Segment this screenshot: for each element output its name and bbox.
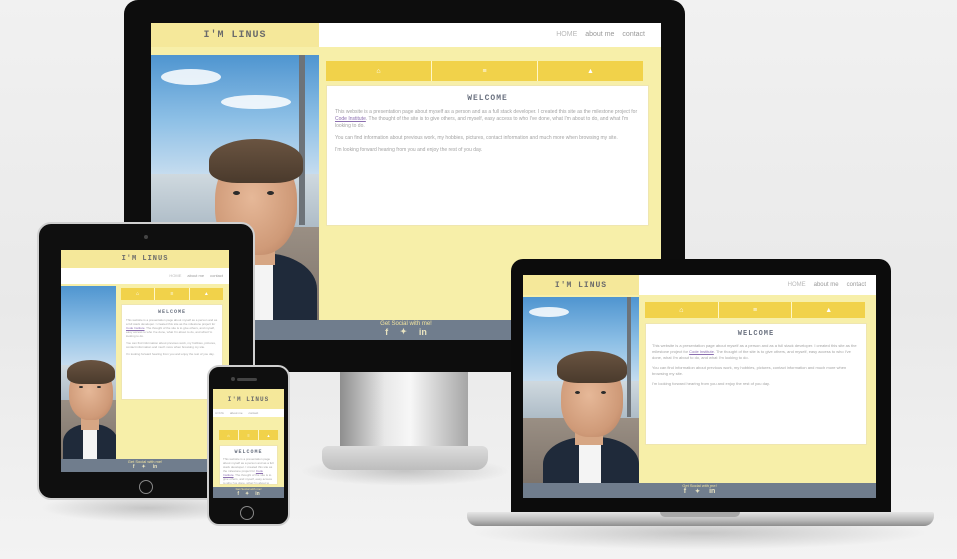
tablet-camera (144, 235, 148, 239)
nav-contact[interactable]: contact (847, 282, 866, 288)
site-nav: HOME about me contact (556, 31, 645, 38)
site-footer: Get Social with me! f ✦ in (213, 487, 284, 498)
code-institute-link[interactable]: Code Institute (689, 349, 714, 354)
facebook-icon[interactable]: f (237, 491, 239, 497)
nav-about-me[interactable]: about me (187, 273, 204, 278)
welcome-title: WELCOME (737, 330, 775, 338)
nav-home[interactable]: HOME (556, 31, 577, 38)
phone-speaker (237, 378, 257, 381)
welcome-card: WELCOME This website is a presentation p… (645, 323, 867, 445)
twitter-icon[interactable]: ✦ (245, 491, 249, 497)
nav-about-me[interactable]: about me (230, 411, 243, 415)
phone-home-button[interactable] (240, 506, 254, 520)
linkedin-icon[interactable]: in (419, 327, 427, 337)
welcome-paragraph-3: I'm looking forward hearing from you and… (126, 352, 215, 356)
site-nav: HOME about me contact (215, 411, 258, 415)
nav-home[interactable]: HOME (788, 282, 806, 288)
nav-contact[interactable]: contact (210, 273, 223, 278)
site-logo[interactable]: I'M LINUS (151, 23, 319, 47)
welcome-paragraph-2: You can find information about previous … (126, 341, 216, 349)
icon-bar: ⌂ ≡ ▲ (645, 302, 866, 318)
home-icon[interactable]: ⌂ (326, 61, 432, 81)
bars-icon[interactable]: ≡ (155, 288, 190, 300)
nav-home[interactable]: HOME (169, 273, 181, 278)
welcome-paragraph-1: This website is a presentation page abou… (335, 109, 638, 129)
site-header: I'M LINUS HOME about me contact (523, 275, 876, 295)
home-icon[interactable]: ⌂ (645, 302, 719, 318)
laptop-screen: I'M LINUS HOME about me contact ⌂ ≡ ▲ WE… (523, 275, 876, 498)
icon-bar: ⌂ ≡ ▲ (219, 430, 278, 440)
site-logo[interactable]: I'M LINUS (523, 275, 639, 295)
bars-icon[interactable]: ≡ (718, 302, 793, 318)
nav-home[interactable]: HOME (215, 411, 224, 415)
home-icon[interactable]: ⌂ (121, 288, 156, 300)
profile-photo (61, 286, 116, 461)
monitor-stand (340, 372, 468, 450)
nav-about-me[interactable]: about me (814, 282, 839, 288)
site-nav: HOME about me contact (788, 282, 866, 288)
welcome-paragraph-1: This website is a presentation page abou… (223, 457, 274, 485)
nav-contact[interactable]: contact (622, 31, 645, 38)
profile-photo (523, 297, 639, 483)
linkedin-icon[interactable]: in (153, 464, 157, 470)
code-institute-link[interactable]: Code Institute (335, 116, 366, 122)
facebook-icon[interactable]: f (684, 488, 686, 495)
triangle-icon[interactable]: ▲ (259, 430, 278, 440)
nav-about-me[interactable]: about me (585, 31, 614, 38)
site-footer: Get Social with me! f ✦ in (523, 483, 876, 498)
facebook-icon[interactable]: f (385, 327, 388, 337)
site-logo[interactable]: I'M LINUS (61, 250, 229, 268)
nav-contact[interactable]: contact (249, 411, 259, 415)
welcome-title: WELCOME (234, 449, 263, 455)
site-logo[interactable]: I'M LINUS (213, 389, 284, 409)
tablet-screen: I'M LINUS HOME about me contact ⌂ ≡ ▲ WE… (61, 250, 229, 472)
triangle-icon[interactable]: ▲ (538, 61, 643, 81)
triangle-icon[interactable]: ▲ (189, 288, 223, 300)
welcome-paragraph-3: I'm looking forward hearing from you and… (335, 147, 483, 153)
linkedin-icon[interactable]: in (709, 488, 715, 495)
welcome-card: WELCOME This website is a presentation p… (219, 445, 278, 485)
site-footer: Get Social with me! f ✦ in (61, 459, 229, 472)
welcome-paragraph-3: I'm looking forward hearing from you and… (652, 381, 770, 386)
welcome-title: WELCOME (157, 309, 186, 315)
linkedin-icon[interactable]: in (255, 491, 259, 497)
social-links: f ✦ in (61, 464, 229, 470)
phone-screen: I'M LINUS HOME about me contact ⌂ ≡ ▲ WE… (213, 389, 284, 498)
site-nav: HOME about me contact (169, 273, 223, 278)
twitter-icon[interactable]: ✦ (695, 488, 700, 495)
icon-bar: ⌂ ≡ ▲ (326, 61, 643, 81)
social-links: f ✦ in (213, 491, 284, 497)
tablet-home-button[interactable] (139, 480, 153, 494)
welcome-paragraph-2: You can find information about previous … (652, 365, 847, 376)
monitor-stand-base (322, 446, 488, 470)
twitter-icon[interactable]: ✦ (400, 327, 407, 337)
triangle-icon[interactable]: ▲ (792, 302, 866, 318)
icon-bar: ⌂ ≡ ▲ (121, 288, 223, 300)
site-header: I'M LINUS HOME about me contact (61, 250, 229, 284)
social-links: f ✦ in (523, 488, 876, 495)
welcome-paragraph-1: This website is a presentation page abou… (126, 318, 218, 338)
site-header: I'M LINUS HOME about me contact (151, 23, 661, 47)
site-header: I'M LINUS HOME about me contact (213, 389, 284, 417)
home-icon[interactable]: ⌂ (219, 430, 239, 440)
welcome-card: WELCOME This website is a presentation p… (326, 85, 649, 226)
welcome-title: WELCOME (467, 94, 508, 103)
laptop-notch (660, 512, 740, 517)
twitter-icon[interactable]: ✦ (142, 464, 146, 470)
phone-camera (231, 377, 235, 381)
bars-icon[interactable]: ≡ (239, 430, 259, 440)
welcome-paragraph-1: This website is a presentation page abou… (652, 343, 857, 360)
facebook-icon[interactable]: f (133, 464, 135, 470)
bars-icon[interactable]: ≡ (432, 61, 538, 81)
welcome-paragraph-2: You can find information about previous … (335, 135, 618, 141)
